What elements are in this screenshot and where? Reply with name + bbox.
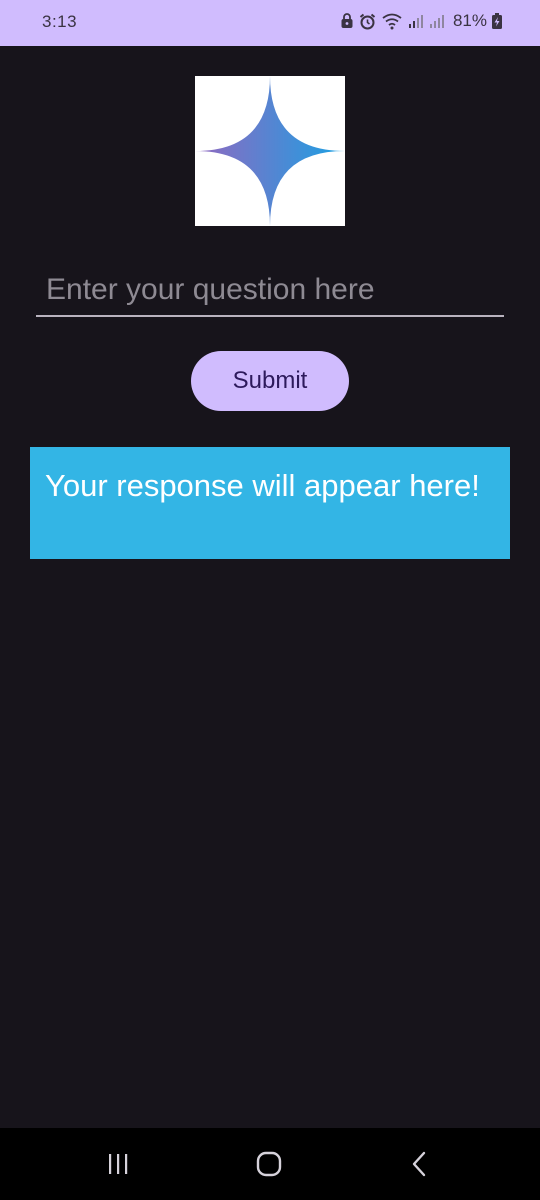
home-icon: [256, 1151, 282, 1177]
lock-icon: [340, 13, 354, 29]
battery-percent: 81%: [452, 11, 487, 30]
wifi-icon: [381, 12, 403, 30]
sparkle-star-icon: [195, 76, 345, 226]
status-time: 3:13: [42, 12, 78, 31]
status-icons: 81%: [340, 11, 502, 31]
navigation-bar: [0, 1128, 540, 1200]
home-button[interactable]: [249, 1146, 289, 1182]
signal-icon: [429, 13, 445, 29]
back-button[interactable]: [400, 1146, 440, 1182]
response-text: Your response will appear here!: [45, 468, 480, 503]
question-input[interactable]: [36, 270, 504, 317]
submit-button[interactable]: Submit: [191, 351, 349, 411]
signal-icon: [408, 13, 424, 29]
status-bar: 3:13 81%: [0, 0, 540, 46]
recents-icon: [109, 1154, 128, 1174]
alarm-icon: [359, 13, 376, 30]
battery-charging-icon: [492, 13, 502, 29]
app-logo: [195, 76, 345, 226]
recents-button[interactable]: [98, 1146, 138, 1182]
app-screen: 3:13 81% Enter your question here Submit…: [0, 0, 540, 1200]
response-box: Your response will appear here!: [30, 447, 510, 559]
back-icon: [412, 1151, 426, 1177]
